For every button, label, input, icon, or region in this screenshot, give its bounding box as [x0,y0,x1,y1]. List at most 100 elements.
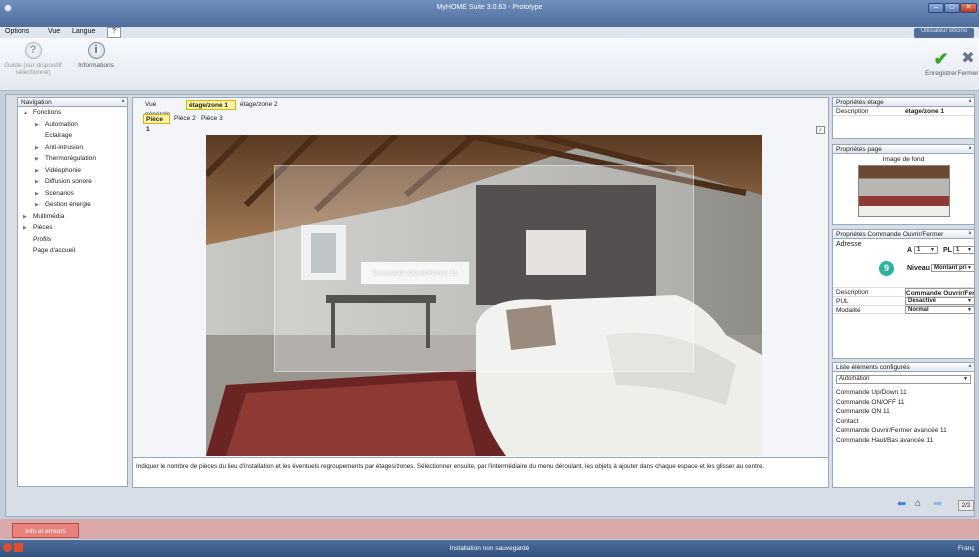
close-icon: ✖ [961,50,975,67]
next-page-button[interactable]: ➡ [933,499,947,510]
pul-row: PUL Desactivé ▼ [833,296,975,305]
chevron-icon[interactable]: ▶ [23,225,30,231]
close-window-button[interactable]: ✕ [960,3,977,13]
info-button[interactable]: i Informations [70,42,122,69]
nav-item-label: Eclairage [45,132,73,139]
chevron-icon[interactable]: ▶ [35,156,42,162]
nav-item[interactable]: ▶ Gestion énergie [18,201,127,213]
minimize-button[interactable]: – [928,3,944,13]
command-description-row: Description Commande Ouvrir/Ferm [833,287,975,297]
a-select[interactable]: 1 ▼ [914,246,938,254]
nav-item-label: Diffusion sonore [45,178,92,185]
nav-item[interactable]: ▶ Multimédia [18,213,127,225]
description-value[interactable]: étage/zone 1 [905,107,944,116]
mode-select[interactable]: Normal ▼ [905,306,975,314]
command-properties-title: Propriétés Commande Ouvrir/Fermer [836,231,944,238]
previous-page-button[interactable]: ⬅ [897,499,911,510]
zone-overlay[interactable] [274,165,694,372]
nav-item[interactable]: Eclairage [18,132,127,144]
chevron-icon[interactable]: ▶ [23,214,30,220]
nav-item[interactable]: ▶ Anti-intrusion [18,144,127,156]
chevron-icon[interactable]: ▶ [35,202,42,208]
page-properties-header: Propriétés page ª [833,145,974,154]
info-label: Informations [78,62,114,69]
menu-options[interactable]: Options [5,28,29,35]
pin-icon[interactable]: ª [969,145,971,154]
guide-button[interactable]: ? Guide (sur dispositif sélectionné) [0,42,66,76]
nav-item[interactable]: Profils [18,236,127,248]
page-properties-title: Propriétés page [836,146,882,153]
status-text: Installation non sauvegardé [449,545,530,552]
tab-floor-1[interactable]: étage/zone 1 [186,100,236,110]
configured-item[interactable]: Commande Ouvrir/Fermer avancée 11 [836,427,974,437]
nav-item[interactable]: ▶ Scénarios [18,190,127,202]
room-canvas[interactable]: Commande Ouvrir/Fermer 11 [206,135,762,456]
pin-icon[interactable]: ª [969,230,971,239]
save-button[interactable]: ✔ Enregistrer [925,50,957,77]
menu-vue[interactable]: Vue [48,28,60,35]
pl-select[interactable]: 1 ▼ [953,246,975,254]
page-indicator: 2/2 [958,500,974,511]
maximize-button[interactable]: □ [944,3,960,13]
pin-icon[interactable]: ª [122,98,124,107]
pin-icon[interactable]: ª [969,363,971,372]
configured-list-title: Liste éléments configurés [836,364,910,371]
nav-item[interactable]: ▲ Fonctions [18,109,127,121]
tab-room-2[interactable]: Pièce 2 [172,114,199,124]
function-filter-select[interactable]: Automation ▼ [836,375,971,384]
chevron-icon[interactable]: ▶ [35,145,42,151]
window-title: MyHOME Suite 3.0.63 - Prototype [436,4,543,11]
home-button[interactable]: ⌂ [915,498,929,510]
nav-item-label: Scénarios [45,189,74,197]
description-label: Description [836,108,869,115]
function-filter-value: Automation [839,376,870,382]
configured-item[interactable]: Commande ON/OFF 11 [836,399,974,409]
background-thumbnail[interactable] [857,165,950,217]
info-errors-tab[interactable]: Info et erreurs [12,523,79,538]
chevron-icon[interactable]: ▲ [23,110,30,116]
pin-icon[interactable]: ª [969,98,971,107]
nav-item-label: Profils [33,235,52,243]
menu-help[interactable]: ? [107,27,121,38]
nav-item[interactable]: ▶ Automation [18,121,127,133]
nav-item-label: Multimédia [33,212,65,220]
step-badge: 9 [879,261,894,276]
help-icon: ? [24,42,42,59]
configured-item[interactable]: Contact [836,418,974,428]
tab-room-3[interactable]: Pièce 3 [199,114,226,124]
address-block: Adresse A 1 ▼ PL 1 ▼ 9 Niveau Montant pri ▼ [833,239,975,287]
tab-room-1[interactable]: Pièce 1 [143,114,170,133]
nav-item[interactable]: ▶ Vidéophonie [18,167,127,179]
command-properties-header: Propriétés Commande Ouvrir/Fermer ª [833,230,974,239]
configured-list: Commande Up/Down 11 Commande ON/OFF 11 Com… [833,389,974,446]
menu-langue[interactable]: Langue [72,28,95,35]
level-select[interactable]: Montant pri ▼ [931,264,975,272]
configured-item[interactable]: Commande Haut/Bas avancée 11 [836,437,974,447]
nav-item-label: Fonctions [33,109,62,116]
info-icon: i [87,42,105,59]
nav-item-label: Vidéophonie [45,166,82,174]
a-value: 1 [917,247,921,253]
checkmark-icon: ✔ [933,49,949,69]
nav-item[interactable]: Page d'accueil [18,247,127,259]
close-button[interactable]: ✖ Fermer [957,50,979,77]
bottom-bar [0,519,979,539]
chevron-icon[interactable]: ▶ [35,122,42,128]
floor-properties-header: Propriétés étage ª [833,98,974,107]
command-description-label: Description [836,289,869,296]
nav-item[interactable]: ▶ Pièces [18,224,127,236]
pul-select[interactable]: Desactivé ▼ [905,297,975,305]
chevron-icon[interactable]: ▶ [35,168,42,174]
chevron-icon[interactable]: ▶ [35,191,42,197]
nav-item[interactable]: ▶ Diffusion sonore [18,178,127,190]
guide-label: Guide (sur dispositif sélectionné) [4,62,62,76]
nav-item[interactable]: ▶ Thermorégulation [18,155,127,167]
chevron-icon[interactable]: ▶ [35,179,42,185]
zoom-icon[interactable]: ⌕ [816,126,825,134]
tab-floor-2[interactable]: étage/zone 2 [238,100,288,110]
configured-item[interactable]: Commande Up/Down 11 [836,389,974,399]
configured-item[interactable]: Commande ON 11 [836,408,974,418]
command-widget[interactable]: Commande Ouvrir/Fermer 11 [360,261,470,285]
nav-item-label: Anti-intrusion [45,143,83,151]
tab-overview[interactable]: Vue générale [143,100,172,118]
